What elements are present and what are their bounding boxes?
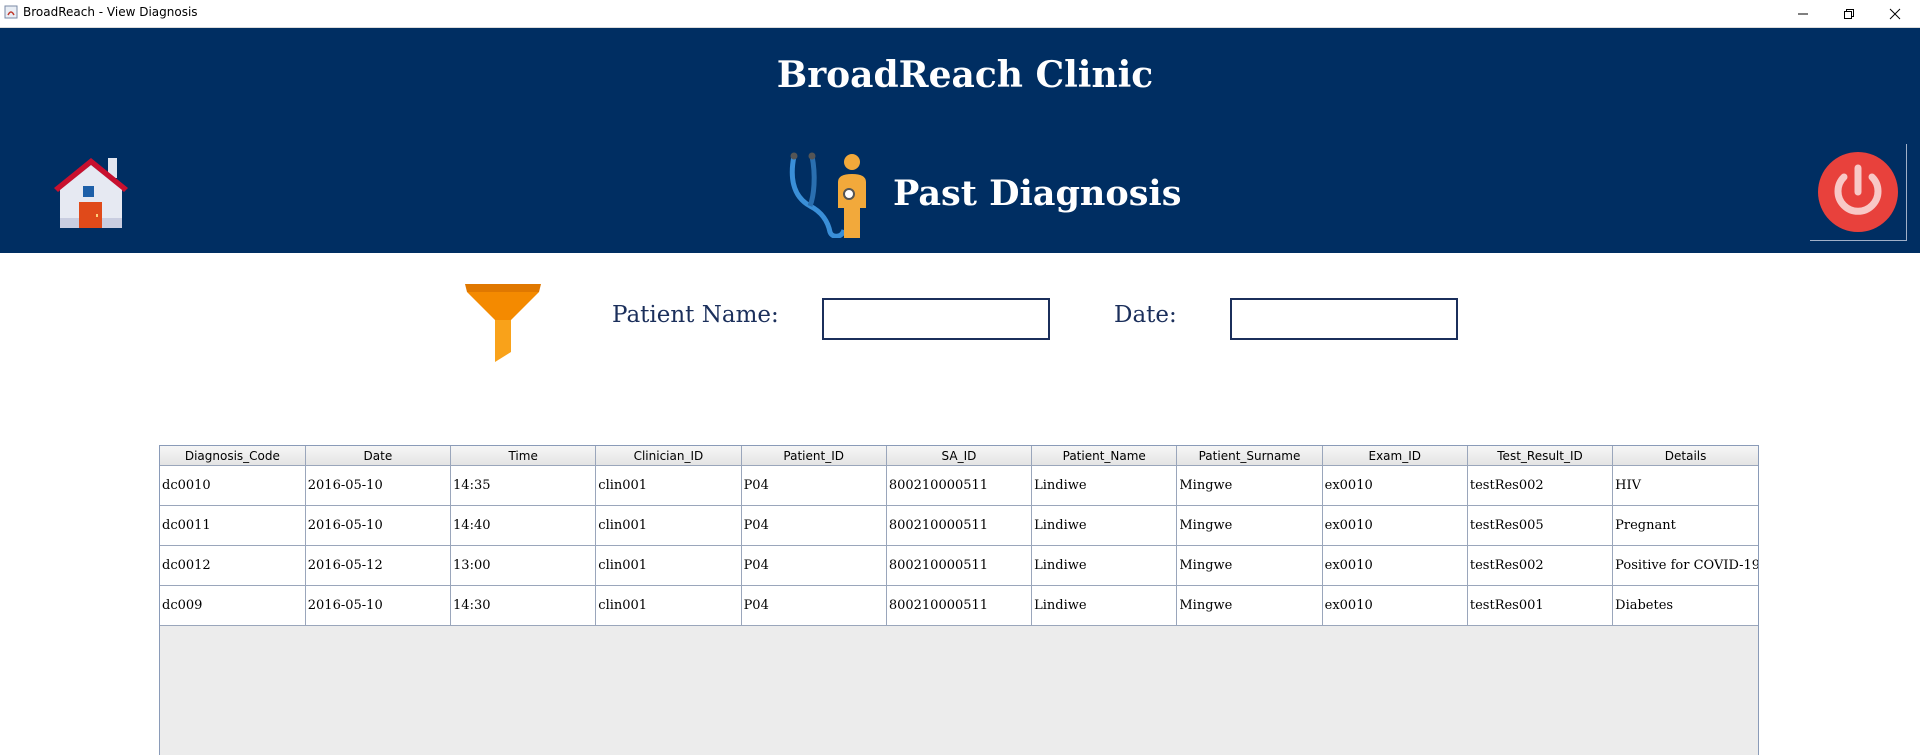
table-cell-test-result-id[interactable]: testRes001 [1467,585,1614,626]
table-cell-details[interactable]: Pregnant [1612,505,1758,546]
clinic-name: BroadReach Clinic [776,54,1154,96]
table-cell-exam-id[interactable]: ex0010 [1322,545,1468,586]
table-cell-time[interactable]: 14:35 [450,465,597,506]
table-cell-patient-surname[interactable]: Mingwe [1176,545,1323,586]
table-cell-patient-surname[interactable]: Mingwe [1176,585,1323,626]
column-header-patient-surname[interactable]: Patient_Surname [1176,446,1323,466]
restore-button[interactable] [1826,0,1872,27]
table-row[interactable]: dc0011 2016-05-10 14:40 clin001 P04 800210000… [160,505,1758,546]
column-header-diagnosis-code[interactable]: Diagnosis_Code [160,446,306,466]
table-cell-exam-id[interactable]: ex0010 [1322,505,1468,546]
table-cell-clinician-id[interactable]: clin001 [595,585,742,626]
table-cell-details[interactable]: HIV [1612,465,1758,506]
table-cell-time[interactable]: 14:30 [450,585,597,626]
table-row[interactable]: dc0010 2016-05-10 14:35 clin001 P04 800210000… [160,465,1758,506]
column-header-exam-id[interactable]: Exam_ID [1322,446,1468,466]
table-cell-diagnosis-code[interactable]: dc0012 [160,545,306,586]
table-body: dc0010 2016-05-10 14:35 clin001 P04 800210000… [160,465,1758,626]
table-cell-details[interactable]: Diabetes [1612,585,1758,626]
table-header-row: Diagnosis_Code Date Time Clinician_ID Patien… [160,446,1758,466]
table-cell-sa-id[interactable]: 800210000511 [886,545,1033,586]
table-cell-patient-id[interactable]: P04 [741,585,887,626]
table-cell-exam-id[interactable]: ex0010 [1322,585,1468,626]
power-icon [1818,152,1898,232]
date-label: Date: [1114,302,1177,328]
table-row[interactable]: dc0012 2016-05-12 13:00 clin001 P04 800210000… [160,545,1758,586]
restore-icon [1844,8,1854,19]
table-cell-patient-name[interactable]: Lindiwe [1031,505,1178,546]
table-cell-date[interactable]: 2016-05-10 [305,585,452,626]
java-app-icon [4,5,18,19]
close-icon [1889,8,1901,19]
table-cell-patient-name[interactable]: Lindiwe [1031,585,1178,626]
page-title: Past Diagnosis [893,173,1182,214]
patient-name-input[interactable] [822,298,1050,340]
table-cell-patient-name[interactable]: Lindiwe [1031,465,1178,506]
filter-icon[interactable] [463,282,543,364]
table-cell-patient-id[interactable]: P04 [741,465,887,506]
table-cell-date[interactable]: 2016-05-10 [305,465,452,506]
diagnosis-table: Diagnosis_Code Date Time Clinician_ID Patien… [160,446,1758,626]
table-cell-test-result-id[interactable]: testRes002 [1467,465,1614,506]
close-button[interactable] [1872,0,1918,27]
table-cell-details[interactable]: Positive for COVID-19 [1612,545,1758,586]
stethoscope-doctor-icon [789,152,866,238]
table-cell-patient-id[interactable]: P04 [741,545,887,586]
table-cell-sa-id[interactable]: 800210000511 [886,505,1033,546]
column-header-time[interactable]: Time [450,446,597,466]
table-cell-time[interactable]: 13:00 [450,545,597,586]
table-cell-diagnosis-code[interactable]: dc009 [160,585,306,626]
logout-power-button[interactable] [1810,144,1907,241]
table-cell-clinician-id[interactable]: clin001 [595,465,742,506]
table-cell-date[interactable]: 2016-05-12 [305,545,452,586]
column-header-sa-id[interactable]: SA_ID [886,446,1033,466]
table-cell-exam-id[interactable]: ex0010 [1322,465,1468,506]
column-header-test-result-id[interactable]: Test_Result_ID [1467,446,1614,466]
table-cell-patient-name[interactable]: Lindiwe [1031,545,1178,586]
column-header-patient-id[interactable]: Patient_ID [741,446,887,466]
table-cell-test-result-id[interactable]: testRes005 [1467,505,1614,546]
table-cell-date[interactable]: 2016-05-10 [305,505,452,546]
table-cell-sa-id[interactable]: 800210000511 [886,465,1033,506]
diagnosis-table-panel[interactable]: Diagnosis_Code Date Time Clinician_ID Patien… [159,445,1759,755]
column-header-patient-name[interactable]: Patient_Name [1031,446,1178,466]
window-titlebar: BroadReach - View Diagnosis [0,0,1920,28]
table-cell-clinician-id[interactable]: clin001 [595,505,742,546]
column-header-details[interactable]: Details [1612,446,1758,466]
table-cell-time[interactable]: 14:40 [450,505,597,546]
table-cell-diagnosis-code[interactable]: dc0010 [160,465,306,506]
date-input[interactable] [1230,298,1458,340]
table-cell-patient-id[interactable]: P04 [741,505,887,546]
table-cell-sa-id[interactable]: 800210000511 [886,585,1033,626]
column-header-clinician-id[interactable]: Clinician_ID [595,446,742,466]
table-cell-diagnosis-code[interactable]: dc0011 [160,505,306,546]
patient-name-label: Patient Name: [612,302,779,328]
header-banner: BroadReach Clinic Past Diagnosis [0,28,1920,253]
table-cell-patient-surname[interactable]: Mingwe [1176,505,1323,546]
table-row[interactable]: dc009 2016-05-10 14:30 clin001 P04 8002100005… [160,585,1758,626]
minimize-button[interactable] [1780,0,1826,27]
window-title: BroadReach - View Diagnosis [23,5,198,19]
column-header-date[interactable]: Date [305,446,452,466]
table-cell-test-result-id[interactable]: testRes002 [1467,545,1614,586]
minimize-icon [1798,13,1808,14]
home-button[interactable] [50,148,132,230]
table-cell-clinician-id[interactable]: clin001 [595,545,742,586]
home-icon [54,158,128,228]
table-cell-patient-surname[interactable]: Mingwe [1176,465,1323,506]
